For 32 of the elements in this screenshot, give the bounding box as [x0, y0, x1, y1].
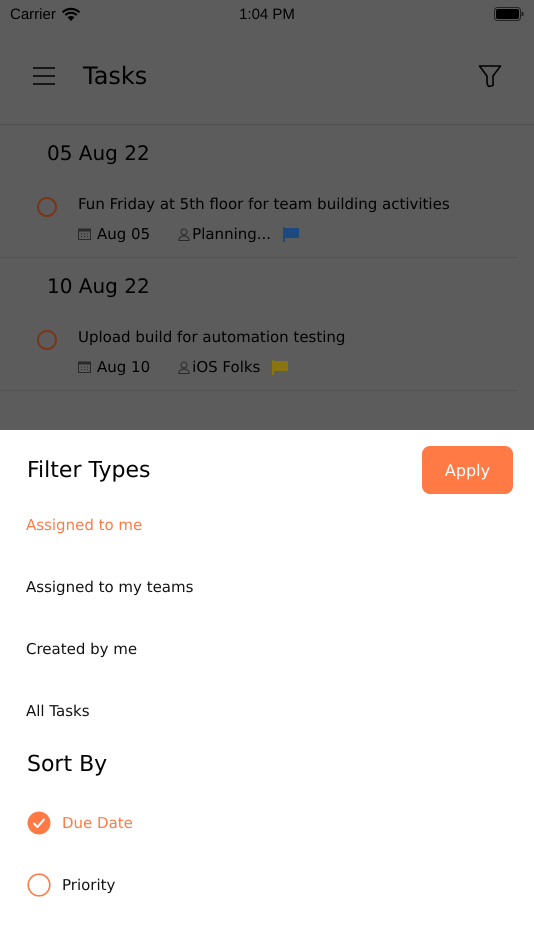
- section-title: Sort By: [27, 752, 108, 779]
- task-checkbox[interactable]: [37, 197, 57, 217]
- assignee-label: Planning...: [192, 225, 272, 243]
- filter-option[interactable]: Assigned to me: [26, 494, 513, 556]
- sort-option[interactable]: Priority: [62, 876, 116, 894]
- task-title[interactable]: Fun Friday at 5th floor for team building activities: [78, 195, 450, 213]
- apply-button[interactable]: Apply: [422, 446, 513, 494]
- radio-button[interactable]: [27, 873, 51, 897]
- page-title: Tasks: [83, 62, 148, 90]
- calendar-icon: [78, 361, 91, 373]
- sort-option[interactable]: Due Date: [62, 814, 133, 832]
- task-checkbox[interactable]: [37, 330, 57, 350]
- due-date: Aug 05: [97, 225, 150, 243]
- task-title[interactable]: Upload build for automation testing: [78, 328, 346, 346]
- carrier-label: Carrier: [10, 6, 56, 22]
- person-icon: [178, 360, 190, 374]
- due-date: Aug 10: [97, 358, 150, 376]
- radio-checked-icon[interactable]: [27, 811, 51, 835]
- section-title: Filter Types: [27, 458, 150, 482]
- menu-icon[interactable]: [32, 66, 56, 86]
- filter-icon[interactable]: [478, 64, 502, 88]
- assignee-label: iOS Folks: [192, 358, 260, 376]
- wifi-icon: [60, 7, 81, 21]
- status-time: 1:04 PM: [239, 6, 295, 22]
- calendar-icon: [78, 228, 91, 240]
- person-icon: [178, 228, 190, 240]
- battery-icon: [494, 7, 524, 21]
- filter-option[interactable]: Created by me: [26, 618, 513, 680]
- filter-option[interactable]: Assigned to my teams: [26, 556, 513, 618]
- date-heading: 05 Aug 22: [47, 140, 151, 167]
- filter-option[interactable]: All Tasks: [26, 680, 513, 742]
- date-heading: 10 Aug 22: [47, 273, 151, 300]
